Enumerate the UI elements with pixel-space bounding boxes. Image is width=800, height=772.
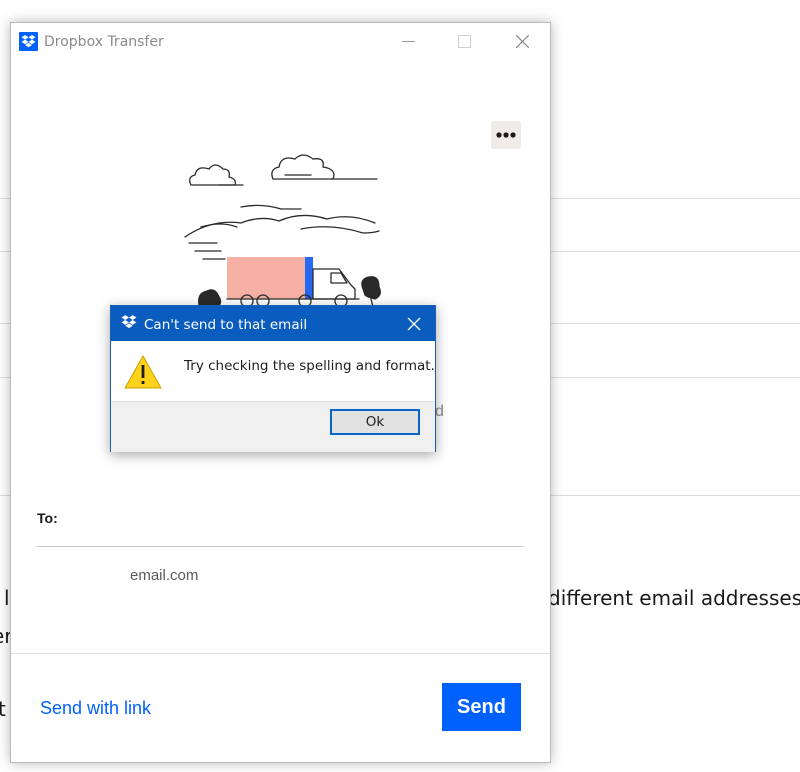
close-window-button[interactable]	[506, 27, 538, 55]
window-title: Dropbox Transfer	[44, 34, 164, 50]
send-with-link-button[interactable]: Send with link	[40, 698, 151, 719]
error-dialog: Can't send to that email Try checking th…	[110, 305, 436, 452]
recipient-email-chip[interactable]: email.com	[130, 567, 198, 584]
maximize-button[interactable]	[448, 27, 480, 55]
close-icon	[407, 317, 421, 331]
maximize-icon	[458, 35, 471, 48]
dialog-close-button[interactable]	[405, 315, 423, 333]
more-options-button[interactable]	[491, 121, 521, 149]
ellipsis-icon	[496, 132, 516, 138]
close-icon	[516, 35, 529, 48]
background-text-fragment: l	[4, 586, 10, 610]
warning-icon	[124, 354, 162, 389]
delivery-truck-illustration	[184, 154, 386, 312]
background-text-different-emails: different email addresses	[548, 586, 800, 610]
footer-divider	[11, 653, 550, 654]
send-button[interactable]: Send	[442, 683, 521, 731]
dropbox-logo-icon	[19, 32, 38, 51]
minimize-button[interactable]	[392, 27, 424, 55]
dialog-title: Can't send to that email	[144, 317, 308, 333]
dialog-footer: Ok	[111, 401, 435, 452]
ok-button[interactable]: Ok	[330, 409, 420, 435]
dropbox-logo-icon	[121, 315, 137, 329]
to-label: To:	[37, 510, 58, 526]
recipient-field-underline	[37, 546, 523, 547]
obscured-text: d	[435, 403, 444, 420]
dialog-body: Try checking the spelling and format.	[111, 341, 435, 401]
background-text-fragment: t	[0, 697, 6, 721]
dialog-message: Try checking the spelling and format.	[184, 358, 435, 374]
window-titlebar[interactable]: Dropbox Transfer	[11, 23, 550, 59]
dialog-titlebar[interactable]: Can't send to that email	[111, 306, 435, 341]
minimize-icon	[402, 41, 415, 42]
